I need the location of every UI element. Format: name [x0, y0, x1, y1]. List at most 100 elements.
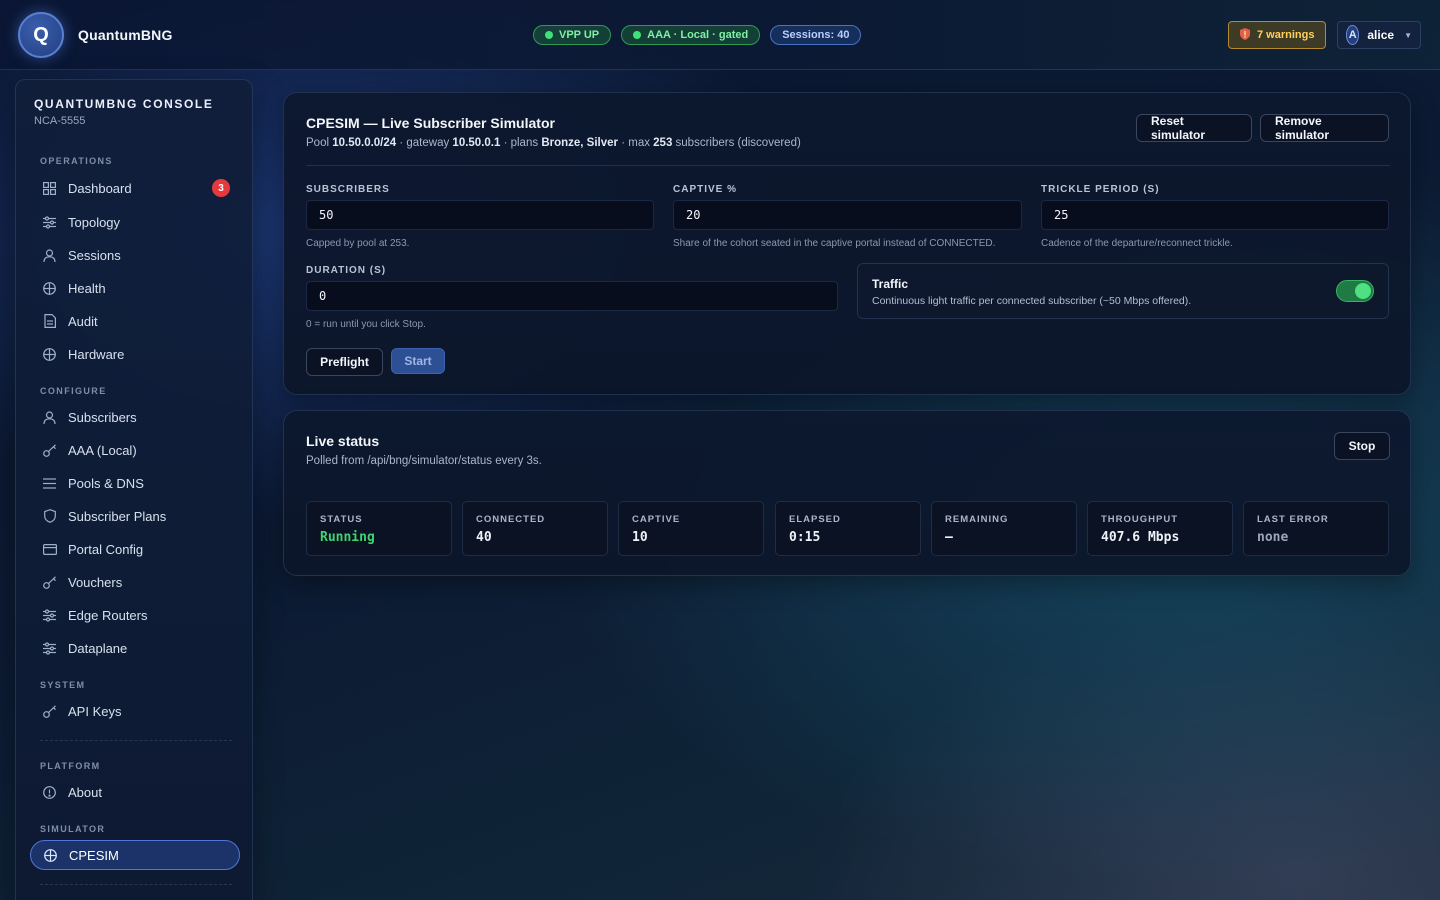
- avatar: A: [1346, 25, 1360, 45]
- sidebar-item-label: Portal Config: [68, 541, 144, 557]
- stat-last-error: LAST ERROR none: [1243, 501, 1389, 556]
- chevron-down-icon: ▼: [1404, 30, 1412, 40]
- status-dot-icon: [633, 31, 642, 39]
- captive-label: CAPTIVE %: [673, 184, 738, 195]
- summary-text: · gateway: [396, 137, 453, 149]
- toggle-knob: [1355, 283, 1371, 299]
- aaa-status-label: AAA · Local · gated: [647, 28, 749, 41]
- shield-warning-icon: [1240, 27, 1250, 43]
- sidebar-item-label: Health: [68, 280, 106, 296]
- sidebar-divider: [40, 884, 232, 885]
- sidebar-item-subscriber-plans[interactable]: Subscriber Plans: [30, 502, 240, 530]
- live-status-card: Live status Polled from /api/bng/simulat…: [283, 410, 1411, 576]
- simulator-summary: Pool 10.50.0.0/24 · gateway 10.50.0.1 · …: [306, 137, 801, 149]
- sidebar-item-dashboard[interactable]: Dashboard 3: [30, 174, 240, 202]
- section-platform: PLATFORM: [40, 761, 101, 771]
- section-simulator: SIMULATOR: [40, 824, 106, 834]
- trickle-label: TRICKLE PERIOD (S): [1041, 184, 1160, 195]
- stat-captive: CAPTIVE 10: [618, 501, 764, 556]
- sliders-icon: [42, 215, 57, 230]
- status-dot-icon: [545, 31, 553, 39]
- user-menu[interactable]: A alice ▼: [1337, 21, 1421, 49]
- warnings-button[interactable]: 7 warnings: [1228, 21, 1327, 49]
- start-button[interactable]: Start: [391, 348, 445, 374]
- trickle-period-input[interactable]: 25: [1041, 200, 1389, 230]
- section-system: SYSTEM: [40, 680, 86, 690]
- traffic-title: Traffic: [872, 277, 909, 291]
- traffic-option: Traffic Continuous light traffic per con…: [857, 263, 1389, 319]
- aaa-status-pill: AAA · Local · gated: [621, 25, 761, 45]
- sidebar-item-edge-routers[interactable]: Edge Routers: [30, 601, 240, 629]
- sidebar-item-dataplane[interactable]: Dataplane: [30, 634, 240, 662]
- sidebar-item-health[interactable]: Health: [30, 274, 240, 302]
- stat-value: 40: [476, 530, 492, 545]
- max-value: 253: [653, 137, 673, 149]
- sidebar-item-subscribers[interactable]: Subscribers: [30, 403, 240, 431]
- live-status-title: Live status: [306, 433, 380, 449]
- section-configure: CONFIGURE: [40, 386, 107, 396]
- summary-text: · max: [618, 137, 654, 149]
- info-icon: [42, 785, 57, 800]
- console-title: QUANTUMBNG CONSOLE: [34, 97, 214, 111]
- traffic-toggle[interactable]: [1336, 280, 1374, 302]
- globe-icon: [42, 347, 57, 362]
- user-icon: [42, 248, 57, 263]
- simulator-card: CPESIM — Live Subscriber Simulator Pool …: [283, 92, 1411, 395]
- stat-value: Running: [320, 530, 375, 545]
- stat-label: CAPTIVE: [632, 514, 681, 525]
- sidebar-item-label: Edge Routers: [68, 607, 148, 623]
- preflight-button[interactable]: Preflight: [306, 348, 383, 376]
- plans-value: Bronze, Silver: [541, 137, 619, 149]
- key-icon: [42, 575, 57, 590]
- sidebar-divider: [40, 740, 232, 741]
- duration-input[interactable]: 0: [306, 281, 838, 311]
- sliders-icon: [42, 641, 57, 656]
- document-icon: [42, 314, 57, 329]
- sidebar-item-api-keys[interactable]: API Keys: [30, 697, 240, 725]
- summary-text: · plans: [500, 137, 542, 149]
- sidebar-item-topology[interactable]: Topology: [30, 208, 240, 236]
- stat-label: CONNECTED: [476, 514, 546, 525]
- remove-simulator-button[interactable]: Remove simulator: [1260, 114, 1389, 142]
- stat-label: LAST ERROR: [1257, 514, 1329, 525]
- summary-text: Pool: [306, 137, 333, 149]
- status-pills: VPP UP AAA · Local · gated Sessions: 40: [533, 25, 862, 45]
- sidebar-item-hardware[interactable]: Hardware: [30, 340, 240, 368]
- stat-connected: CONNECTED 40: [462, 501, 608, 556]
- reset-simulator-button[interactable]: Reset simulator: [1136, 114, 1252, 142]
- subscribers-input[interactable]: 50: [306, 200, 654, 230]
- stat-label: STATUS: [320, 514, 363, 525]
- stat-label: REMAINING: [945, 514, 1009, 525]
- warnings-label: 7 warnings: [1257, 29, 1315, 41]
- sidebar-item-sessions[interactable]: Sessions: [30, 241, 240, 269]
- sidebar-item-cpesim[interactable]: CPESIM: [30, 840, 240, 870]
- card-divider: [306, 165, 1390, 166]
- card-icon: [42, 542, 57, 557]
- section-operations: OPERATIONS: [40, 156, 113, 166]
- stat-value: 0:15: [789, 530, 821, 545]
- brand-logo[interactable]: Q: [18, 12, 64, 58]
- sidebar-item-label: Dashboard: [68, 180, 132, 196]
- user-name: alice: [1367, 28, 1395, 42]
- sidebar-item-label: Subscribers: [68, 409, 137, 425]
- sidebar-item-aaa-local[interactable]: AAA (Local): [30, 436, 240, 464]
- stat-value: 407.6 Mbps: [1101, 530, 1180, 545]
- captive-input[interactable]: 20: [673, 200, 1022, 230]
- key-icon: [42, 704, 57, 719]
- sidebar-item-label: Sessions: [68, 247, 121, 263]
- sidebar-item-label: Dataplane: [68, 640, 128, 656]
- sidebar-item-about[interactable]: About: [30, 778, 240, 806]
- trickle-hint: Cadence of the departure/reconnect trick…: [1041, 238, 1233, 249]
- simulator-title: CPESIM — Live Subscriber Simulator: [306, 115, 555, 131]
- subscribers-label: SUBSCRIBERS: [306, 184, 390, 195]
- shield-icon: [42, 509, 57, 524]
- stop-button[interactable]: Stop: [1334, 432, 1390, 460]
- sliders-icon: [42, 608, 57, 623]
- stat-label: THROUGHPUT: [1101, 514, 1179, 525]
- subscribers-hint: Capped by pool at 253.: [306, 238, 410, 249]
- sidebar-item-vouchers[interactable]: Vouchers: [30, 568, 240, 596]
- sidebar-item-audit[interactable]: Audit: [30, 307, 240, 335]
- captive-hint: Share of the cohort seated in the captiv…: [673, 238, 996, 249]
- sidebar-item-pools-dns[interactable]: Pools & DNS: [30, 469, 240, 497]
- sidebar-item-portal-config[interactable]: Portal Config: [30, 535, 240, 563]
